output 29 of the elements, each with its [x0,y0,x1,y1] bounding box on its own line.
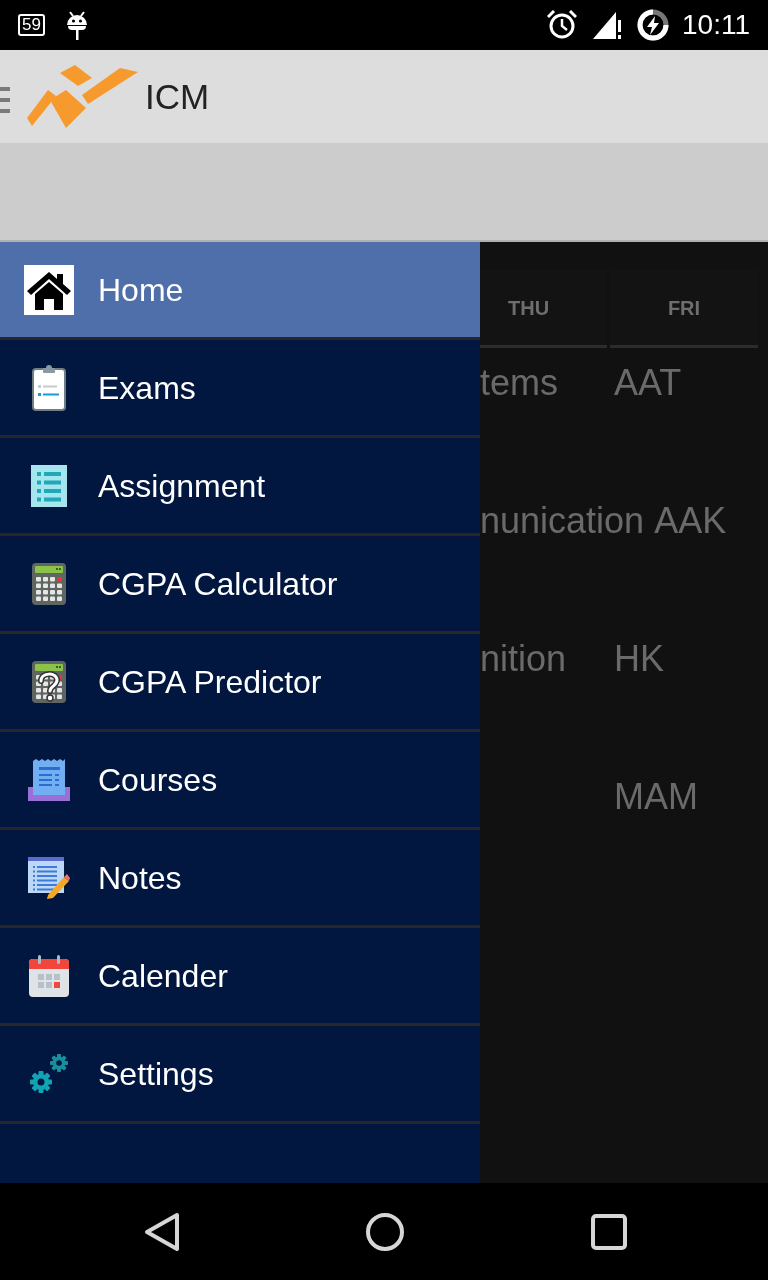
signal-icon [592,10,622,40]
level-badge: 59 [18,14,45,36]
table-cell-text: AAK [654,499,727,543]
robot-icon [64,10,89,40]
clipboard-icon [32,364,66,411]
calendar-icon [29,954,69,997]
calculator-question-icon [32,660,66,703]
notepad-pencil-icon [28,856,70,899]
calculator-icon [32,562,66,605]
table-cell: tems [480,362,558,403]
logo-icon [25,63,139,130]
battery-charging-icon [637,9,669,41]
table-cell-text: AAT [614,361,682,405]
gears-icon [30,1053,68,1094]
house-icon [24,264,74,315]
drawer-item[interactable]: Home [0,242,480,340]
list-icon [31,464,67,507]
alarm-clock-icon [547,10,577,40]
back-icon[interactable] [143,1210,181,1253]
table-cell-text: MAM [614,775,698,819]
receipt-icon [28,758,70,801]
home-circle-icon[interactable] [365,1211,405,1252]
status-time: 10:11 [682,11,750,39]
menu-icon[interactable] [0,86,10,113]
table-cell-text: HK [614,637,664,681]
table-cell: nition [480,638,567,679]
app-title: ICM [145,79,210,114]
recents-icon[interactable] [590,1212,628,1251]
table-cell: nunication [480,500,645,541]
